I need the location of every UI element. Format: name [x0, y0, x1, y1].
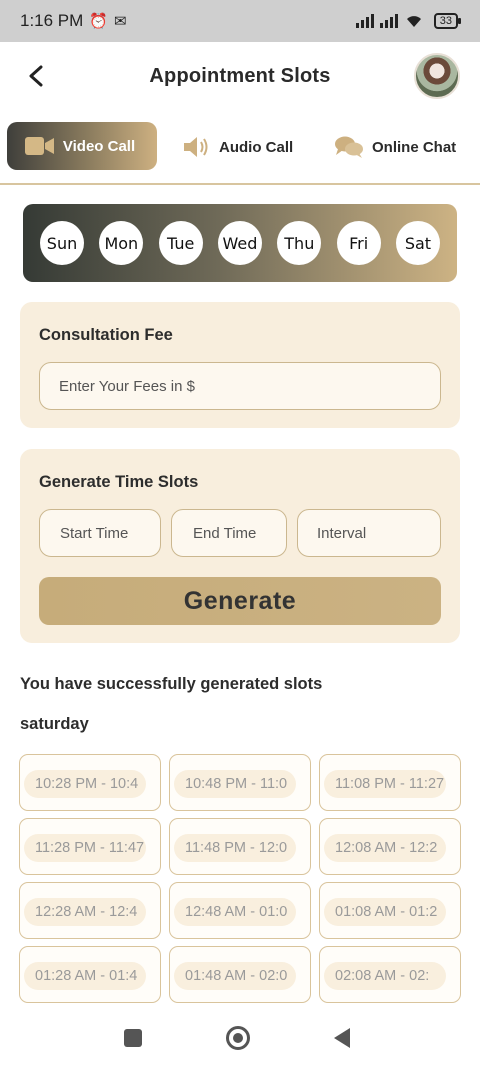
- tab-label: Online Chat: [372, 138, 457, 156]
- tab-label: Audio Call: [219, 138, 294, 156]
- slot-time: 12:28 AM - 12:4: [24, 898, 146, 926]
- slot-time: 11:28 PM - 11:47: [24, 834, 146, 862]
- slot-item[interactable]: 10:28 PM - 10:4: [19, 754, 161, 811]
- day-wed[interactable]: Wed: [217, 221, 262, 265]
- slot-time: 12:48 AM - 01:0: [174, 898, 296, 926]
- slot-time: 11:08 PM - 11:27: [324, 770, 446, 798]
- day-tue[interactable]: Tue: [158, 221, 203, 265]
- wifi-icon: [404, 12, 424, 31]
- slot-item[interactable]: 10:48 PM - 11:0: [169, 754, 311, 811]
- slot-time: 11:48 PM - 12:0: [174, 834, 296, 862]
- start-time-input[interactable]: Start Time: [39, 509, 161, 557]
- day-sat[interactable]: Sat: [395, 221, 440, 265]
- day-selector: Sun Mon Tue Wed Thu Fri Sat: [23, 204, 457, 282]
- slot-time: 01:48 AM - 02:0: [174, 962, 296, 990]
- status-left: 1:16 PM ⏰ ✉: [20, 11, 127, 31]
- slot-item[interactable]: 01:48 AM - 02:0: [169, 946, 311, 1003]
- status-time: 1:16 PM: [20, 11, 84, 30]
- avatar[interactable]: [414, 53, 460, 99]
- slot-time: 01:28 AM - 01:4: [24, 962, 146, 990]
- system-back-button[interactable]: [334, 1028, 350, 1048]
- tab-online-chat[interactable]: Online Chat: [334, 122, 456, 172]
- call-type-tabs: Video Call Audio Call Online Chat: [0, 120, 480, 172]
- slot-item[interactable]: 12:08 AM - 12:2: [319, 818, 461, 875]
- consultation-fee-card: Consultation Fee Enter Your Fees in $: [20, 302, 460, 428]
- consultation-fee-title: Consultation Fee: [39, 326, 173, 344]
- alarm-icon: ⏰: [89, 12, 108, 30]
- slot-item[interactable]: 01:08 AM - 01:2: [319, 882, 461, 939]
- tab-video-call[interactable]: Video Call: [7, 122, 157, 170]
- slot-item[interactable]: 11:28 PM - 11:47: [19, 818, 161, 875]
- status-bar: 1:16 PM ⏰ ✉ 33: [0, 0, 480, 42]
- generate-slots-card: Generate Time Slots Start Time End Time …: [20, 449, 460, 643]
- speaker-icon: [184, 137, 208, 157]
- battery-icon: 33: [433, 13, 462, 29]
- tab-label: Video Call: [62, 137, 136, 155]
- day-fri[interactable]: Fri: [336, 221, 381, 265]
- interval-input[interactable]: Interval: [297, 509, 441, 557]
- fee-input[interactable]: Enter Your Fees in $: [39, 362, 441, 410]
- system-nav-bar: [0, 1010, 480, 1067]
- slot-item[interactable]: 02:08 AM - 02:: [319, 946, 461, 1003]
- slot-item[interactable]: 11:48 PM - 12:0: [169, 818, 311, 875]
- tab-audio-call[interactable]: Audio Call: [183, 122, 293, 172]
- slot-item[interactable]: 12:48 AM - 01:0: [169, 882, 311, 939]
- mail-icon: ✉: [114, 12, 127, 30]
- tab-divider: [0, 183, 480, 185]
- slot-time: 12:08 AM - 12:2: [324, 834, 446, 862]
- slot-time: 10:48 PM - 11:0: [174, 770, 296, 798]
- slot-item[interactable]: 12:28 AM - 12:4: [19, 882, 161, 939]
- end-time-input[interactable]: End Time: [171, 509, 287, 557]
- slot-time: 01:08 AM - 01:2: [324, 898, 446, 926]
- day-mon[interactable]: Mon: [99, 221, 144, 265]
- back-button[interactable]: [22, 62, 50, 90]
- chevron-left-icon: [29, 65, 43, 87]
- day-thu[interactable]: Thu: [277, 221, 322, 265]
- generate-slots-title: Generate Time Slots: [39, 473, 199, 491]
- status-right: 33: [355, 12, 462, 31]
- generate-button[interactable]: Generate: [39, 577, 441, 625]
- header: Appointment Slots: [0, 42, 480, 110]
- slot-item[interactable]: 11:08 PM - 11:27: [319, 754, 461, 811]
- day-sun[interactable]: Sun: [40, 221, 84, 265]
- video-camera-icon: [24, 137, 54, 155]
- recent-apps-button[interactable]: [124, 1029, 142, 1047]
- success-message: You have successfully generated slots: [20, 675, 323, 693]
- home-button[interactable]: [226, 1026, 250, 1050]
- chat-bubbles-icon: [335, 136, 363, 158]
- signal-icon: [355, 14, 374, 28]
- slot-item[interactable]: 01:28 AM - 01:4: [19, 946, 161, 1003]
- slot-time: 02:08 AM - 02:: [324, 962, 446, 990]
- slot-time: 10:28 PM - 10:4: [24, 770, 146, 798]
- signal-icon: [379, 14, 398, 28]
- page-title: Appointment Slots: [149, 64, 331, 87]
- selected-day-label: saturday: [20, 715, 89, 733]
